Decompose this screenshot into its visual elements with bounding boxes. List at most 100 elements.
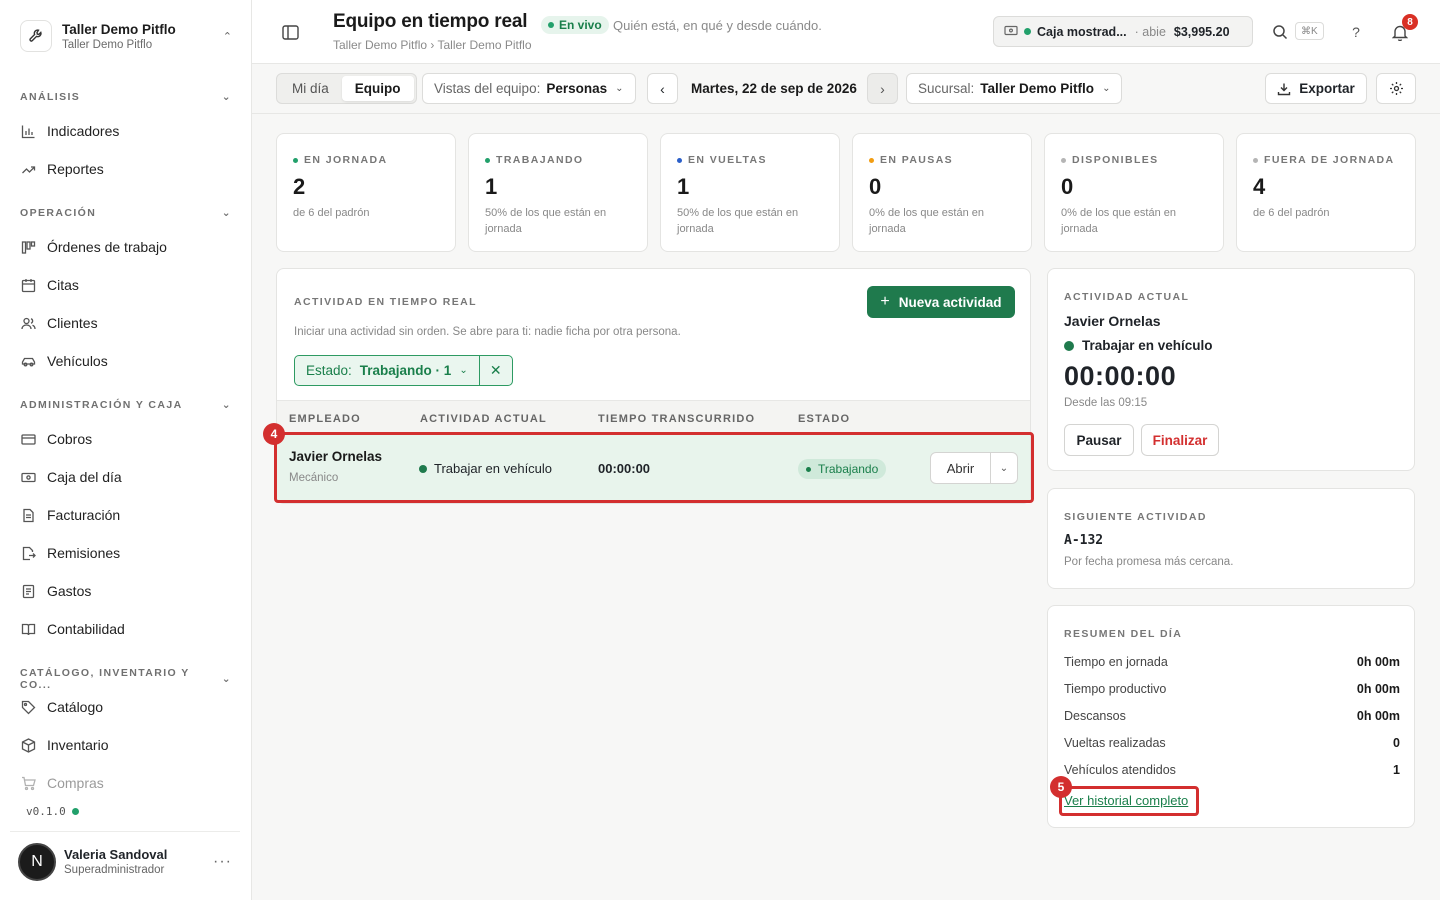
sidebar-item-caja-del-dia[interactable]: Caja del día: [20, 463, 232, 491]
sidebar-toggle-icon[interactable]: [280, 22, 300, 42]
cash-register-amount: $3,995.20: [1173, 24, 1230, 39]
status-dot: [1064, 340, 1074, 351]
status-dot: [485, 157, 490, 163]
settings-button[interactable]: [1376, 73, 1416, 104]
receipt-icon: [20, 583, 36, 599]
stat-value: 1: [485, 174, 498, 199]
new-activity-label: Nueva actividad: [898, 294, 1002, 310]
section-operacion[interactable]: OPERACIÓN ⌄: [20, 207, 232, 219]
app-version: v0.1.0: [26, 805, 79, 818]
sidebar-item-reportes[interactable]: Reportes: [20, 155, 232, 183]
status-filter-dropdown[interactable]: Estado: Trabajando · 1 ⌄: [295, 356, 480, 385]
help-icon[interactable]: ?: [1346, 22, 1366, 42]
shortcut-hint: ⌘K: [1295, 22, 1324, 40]
current-activity-card: ACTIVIDAD ACTUAL Javier Ornelas Trabajar…: [1047, 268, 1415, 471]
more-icon[interactable]: ···: [213, 853, 232, 871]
prev-day-button[interactable]: ‹: [647, 73, 678, 104]
table-header: EMPLEADO ACTIVIDAD ACTUAL TIEMPO TRANSCU…: [277, 400, 1030, 435]
pause-button[interactable]: Pausar: [1064, 424, 1134, 456]
sidebar-item-remisiones[interactable]: Remisiones: [20, 539, 232, 567]
bar-chart-icon: [20, 123, 36, 139]
card-title: RESUMEN DEL DÍA: [1064, 628, 1183, 640]
search-icon[interactable]: [1270, 22, 1290, 42]
stat-label: EN PAUSAS: [869, 154, 1015, 166]
sidebar-item-label: Remisiones: [47, 545, 121, 561]
summary-row: Descansos 0h 00m: [1064, 709, 1400, 723]
stat-description: de 6 del padrón: [1253, 207, 1330, 219]
cash-register-selector[interactable]: Caja mostrad... · abie $3,995.20: [993, 16, 1253, 47]
stat-description: 0% de los que están en jornada: [1061, 207, 1176, 235]
section-analisis[interactable]: ANÁLISIS ⌄: [20, 91, 232, 103]
sidebar-item-citas[interactable]: Citas: [20, 271, 232, 299]
top-bar: Equipo en tiempo real En vivo Quién está…: [252, 0, 1440, 64]
next-activity-card: SIGUIENTE ACTIVIDAD A-132 Por fecha prom…: [1047, 488, 1415, 589]
book-icon: [20, 621, 36, 637]
finish-button[interactable]: Finalizar: [1141, 424, 1219, 456]
user-name: Valeria Sandoval: [64, 847, 168, 862]
live-label: En vivo: [559, 18, 602, 32]
users-icon: [20, 315, 36, 331]
sidebar-item-label: Facturación: [47, 507, 121, 523]
export-button[interactable]: Exportar: [1265, 73, 1367, 104]
team-view-dropdown[interactable]: Vistas del equipo: Personas ⌄: [422, 73, 636, 104]
tab-equipo[interactable]: Equipo: [341, 76, 414, 101]
sidebar-item-gastos[interactable]: Gastos: [20, 577, 232, 605]
file-export-icon: [20, 545, 36, 561]
invoice-icon: [20, 507, 36, 523]
stat-card-en-pausas: EN PAUSAS 0 0% de los que están en jorna…: [852, 133, 1032, 252]
avatar: N: [18, 842, 56, 881]
section-catalogo[interactable]: CATÁLOGO, INVENTARIO Y CO... ⌄: [20, 667, 232, 691]
sidebar-item-compras[interactable]: Compras: [20, 769, 232, 797]
breadcrumb[interactable]: Taller Demo Pitflo › Taller Demo Pitflo: [333, 38, 532, 52]
wrench-icon: [20, 20, 52, 52]
trend-icon: [20, 161, 36, 177]
filter-label: Estado:: [306, 363, 352, 378]
stat-value: 0: [869, 174, 882, 199]
sidebar-item-contabilidad[interactable]: Contabilidad: [20, 615, 232, 643]
tab-mi-dia[interactable]: Mi día: [279, 76, 342, 101]
sidebar-item-cobros[interactable]: Cobros: [20, 425, 232, 453]
chevron-down-icon: ⌄: [221, 673, 232, 685]
sidebar-item-catalogo[interactable]: Catálogo: [20, 693, 232, 721]
chevron-down-icon: ⌄: [459, 365, 468, 376]
stat-label: EN JORNADA: [293, 154, 439, 166]
workspace-switcher[interactable]: Taller Demo Pitflo Taller Demo Pitflo ⌃: [10, 10, 242, 62]
section-administracion[interactable]: ADMINISTRACIÓN Y CAJA ⌄: [20, 399, 232, 411]
branch-dropdown[interactable]: Sucursal: Taller Demo Pitflo ⌄: [906, 73, 1123, 104]
filter-value: Trabajando · 1: [359, 363, 452, 378]
summary-value: 1: [1393, 763, 1400, 777]
next-day-button[interactable]: ›: [867, 73, 898, 104]
summary-row: Tiempo en jornada 0h 00m: [1064, 655, 1400, 669]
download-icon: [1277, 82, 1291, 96]
column-header-employee[interactable]: EMPLEADO: [289, 413, 361, 425]
column-header-elapsed[interactable]: TIEMPO TRANSCURRIDO: [598, 413, 755, 425]
sidebar-item-inventario[interactable]: Inventario: [20, 731, 232, 759]
sidebar-item-ordenes[interactable]: Órdenes de trabajo: [20, 233, 232, 261]
plus-icon: +: [880, 293, 890, 310]
sidebar-item-vehiculos[interactable]: Vehículos: [20, 347, 232, 375]
next-activity-note: Por fecha promesa más cercana.: [1064, 556, 1234, 568]
next-order-id[interactable]: A-132: [1064, 533, 1103, 548]
user-menu[interactable]: N Valeria Sandoval Superadministrador ··…: [10, 831, 240, 891]
stat-label: EN VUELTAS: [677, 154, 823, 166]
sidebar-item-indicadores[interactable]: Indicadores: [20, 117, 232, 145]
sidebar-item-facturacion[interactable]: Facturación: [20, 501, 232, 529]
stat-label: TRABAJANDO: [485, 154, 631, 166]
clear-filter-icon[interactable]: ✕: [480, 362, 512, 379]
column-header-status[interactable]: ESTADO: [798, 413, 850, 425]
tag-icon: [20, 699, 36, 715]
summary-value: 0h 00m: [1356, 709, 1400, 723]
stat-value: 1: [677, 174, 690, 199]
stat-label-text: FUERA DE JORNADA: [1264, 154, 1395, 166]
status-dot: [869, 157, 874, 163]
sidebar-item-clientes[interactable]: Clientes: [20, 309, 232, 337]
sidebar-item-label: Citas: [47, 277, 79, 293]
summary-row: Vehículos atendidos 1: [1064, 763, 1400, 777]
car-icon: [20, 353, 36, 369]
column-header-activity[interactable]: ACTIVIDAD ACTUAL: [420, 413, 547, 425]
status-dot: [1253, 157, 1258, 163]
version-label: v0.1.0: [26, 805, 66, 818]
section-label: CATÁLOGO, INVENTARIO Y CO...: [20, 667, 190, 691]
toolbar: Mi día Equipo Vistas del equipo: Persona…: [252, 64, 1440, 114]
new-activity-button[interactable]: + Nueva actividad: [867, 286, 1015, 318]
